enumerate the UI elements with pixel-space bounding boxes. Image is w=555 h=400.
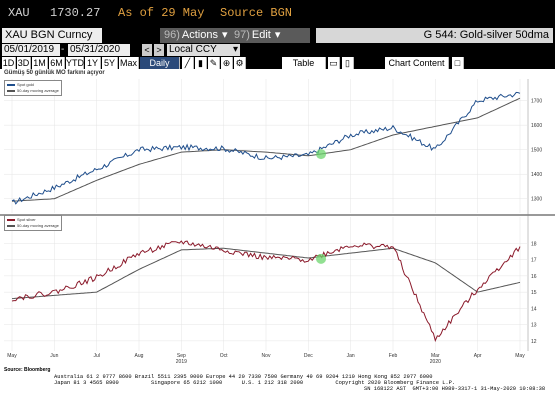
- y-tick-label: 12: [531, 339, 537, 345]
- next-period-button[interactable]: >: [154, 44, 164, 56]
- edit-menu-button[interactable]: 97) Edit ▾: [230, 28, 310, 43]
- x-tick-label: Oct: [220, 353, 228, 359]
- extra-tool-icon[interactable]: ▭: [328, 57, 340, 69]
- edit-shortcut: 97): [234, 29, 250, 41]
- period-1m-button[interactable]: 1M: [32, 57, 48, 69]
- chart-svg: 1700 1600 1500 1400 1300 18 17 16 15 14 13 12 May Jun…: [0, 79, 555, 365]
- legend-item-gold-ma: 50-day moving average: [7, 88, 59, 94]
- x-tick-label: Apr: [474, 353, 482, 359]
- chevron-down-icon: ▾: [274, 29, 281, 41]
- period-5y-button[interactable]: 5Y: [102, 57, 118, 69]
- y-tick-label: 13: [531, 323, 537, 329]
- frequency-select[interactable]: Daily: [140, 57, 180, 69]
- prev-period-button[interactable]: <: [142, 44, 152, 56]
- period-ytd-button[interactable]: YTD: [66, 57, 84, 69]
- period-max-button[interactable]: Max: [119, 57, 139, 69]
- zoom-tool-icon[interactable]: ⊕: [221, 57, 233, 69]
- bottom-legend: Spot silver 50-day moving average: [4, 215, 62, 231]
- gold-crossover-marker: [316, 149, 327, 160]
- quote-header: XAU 1730.27 As of 29 May Source BGN: [0, 0, 555, 26]
- y-tick-label: 14: [531, 306, 537, 312]
- edit-label: Edit: [251, 29, 271, 41]
- chevron-down-icon: ▾: [232, 44, 238, 55]
- symbol-label: XAU: [8, 6, 30, 20]
- x-tick-label: Aug: [135, 353, 144, 359]
- x-tick-label: Nov: [262, 353, 271, 359]
- legend-item-silver-ma: 50-day moving average: [7, 223, 59, 229]
- footer-source: Source: Bloomberg: [4, 367, 51, 373]
- source-label: Source BGN: [220, 6, 293, 20]
- period-3d-button[interactable]: 3D: [17, 57, 31, 69]
- actions-shortcut: 96): [164, 29, 180, 41]
- y-tick-label: 1600: [531, 123, 542, 129]
- toolbar-row-3: 1D 3D 1M 6M YTD 1Y 5Y Max Daily ╱ ▮ ✎ ⊕ ⚙ Table ▭ ▯ Chart…: [0, 57, 555, 69]
- x-tick-label: Jan: [347, 353, 355, 359]
- actions-menu-button[interactable]: 96) Actions ▾: [160, 28, 230, 43]
- silver-crossover-marker: [316, 253, 327, 264]
- period-1d-button[interactable]: 1D: [2, 57, 16, 69]
- y-tick-label: 16: [531, 274, 537, 280]
- year-label: 2019: [176, 359, 187, 365]
- toolbar-row-2: 05/01/2019 - 05/31/2020 < > Local CCY ▾: [0, 44, 555, 57]
- chart-content-button[interactable]: Chart Content: [385, 57, 449, 69]
- toolbar-row-1: XAU BGN Curncy 96) Actions ▾ 97) Edit ▾ G 54…: [0, 28, 555, 44]
- top-legend: Spot gold 50-day moving average: [4, 80, 62, 96]
- settings-tool-icon[interactable]: ⚙: [234, 57, 246, 69]
- y-tick-label: 15: [531, 290, 537, 296]
- y-tick-label: 1400: [531, 172, 542, 178]
- chart-area: 1700 1600 1500 1400 1300 18 17 16 15 14 13 12 May Jun…: [0, 69, 555, 366]
- y-tick-label: 1500: [531, 148, 542, 154]
- currency-select[interactable]: Local CCY ▾: [167, 44, 240, 56]
- footer: Source: Bloomberg Australia 61 2 9777 86…: [0, 366, 555, 400]
- line-tool-icon[interactable]: ╱: [182, 57, 194, 69]
- x-tick-label: Dec: [304, 353, 313, 359]
- extra-tool-icon-3[interactable]: □: [452, 57, 464, 69]
- price-value: 1730.27: [50, 6, 101, 20]
- y-tick-label: 17: [531, 258, 537, 264]
- x-tick-label: Feb: [389, 353, 398, 359]
- end-date-field[interactable]: 05/31/2020: [68, 44, 130, 56]
- date-separator: -: [61, 44, 65, 55]
- table-button[interactable]: Table: [282, 57, 326, 69]
- x-tick-label: Jul: [93, 353, 99, 359]
- y-tick-label: 18: [531, 241, 537, 247]
- x-tick-label: Jun: [50, 353, 58, 359]
- period-6m-button[interactable]: 6M: [49, 57, 65, 69]
- chart-subtitle: Gümüş 50 günlük MO farkını açıyor: [4, 70, 105, 76]
- footer-line-3: SN 168122 AST GMT+3:00 H989-3317-1 31-Ma…: [364, 386, 546, 392]
- chart-title: G 544: Gold-silver 50dma: [316, 28, 553, 43]
- currency-value: Local CCY: [169, 44, 217, 55]
- extra-tool-icon-2[interactable]: ▯: [342, 57, 354, 69]
- as-of-date: As of 29 May: [118, 6, 205, 20]
- ticker-input[interactable]: XAU BGN Curncy: [2, 28, 102, 43]
- y-tick-label: 1700: [531, 99, 542, 105]
- draw-tool-icon[interactable]: ▮: [195, 57, 207, 69]
- annotate-tool-icon[interactable]: ✎: [208, 57, 220, 69]
- start-date-field[interactable]: 05/01/2019: [2, 44, 60, 56]
- x-tick-label: May: [7, 353, 17, 359]
- y-tick-label: 1300: [531, 197, 542, 203]
- period-1y-button[interactable]: 1Y: [85, 57, 101, 69]
- x-tick-label: May: [515, 353, 525, 359]
- actions-label: Actions: [181, 29, 218, 41]
- chevron-down-icon: ▾: [221, 29, 228, 41]
- year-label: 2020: [430, 359, 441, 365]
